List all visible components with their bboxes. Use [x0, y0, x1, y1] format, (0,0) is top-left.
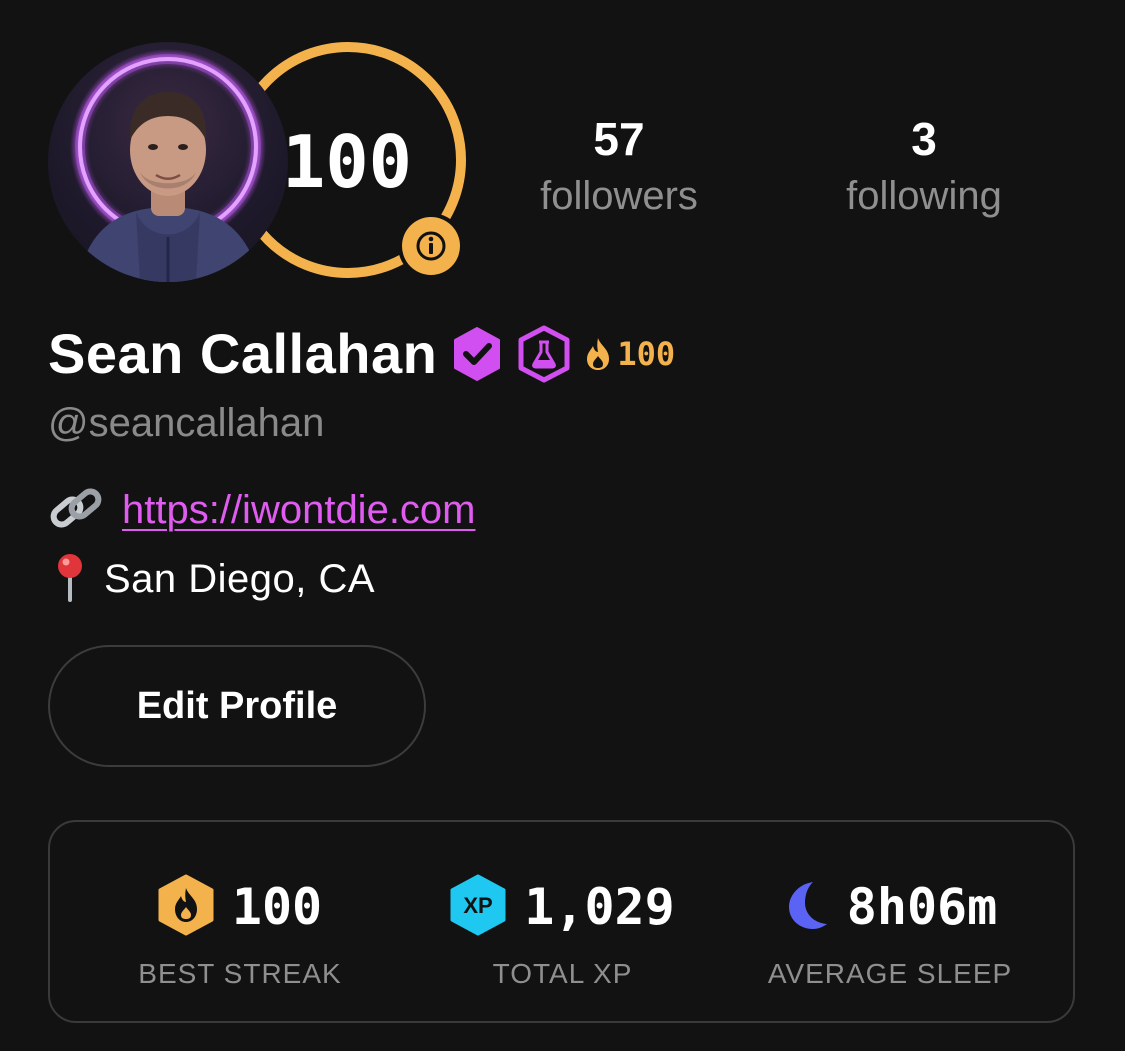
following-label: following: [846, 174, 1002, 218]
flame-icon: [587, 338, 610, 370]
score-value: 100: [281, 120, 413, 204]
location-row: San Diego, CA: [48, 552, 375, 606]
username-handle: @seancallahan: [48, 401, 325, 445]
best-streak-metric: 100 BEST STREAK: [105, 874, 375, 990]
followers-stat[interactable]: 57 followers: [499, 113, 739, 219]
xp-icon-text: XP: [464, 893, 493, 918]
followers-count: 57: [593, 113, 645, 165]
followers-label: followers: [540, 174, 698, 218]
best-streak-value: 100: [231, 878, 323, 936]
streak-badge: 100: [585, 335, 675, 373]
average-sleep-label: AVERAGE SLEEP: [767, 958, 1013, 989]
best-streak-label: BEST STREAK: [138, 958, 342, 989]
average-sleep-metric: 8h06m AVERAGE SLEEP: [750, 874, 1030, 990]
avatar[interactable]: [48, 42, 288, 282]
total-xp-label: TOTAL XP: [492, 958, 633, 989]
pushpin-icon: [48, 552, 94, 607]
display-name: Sean Callahan: [48, 322, 438, 385]
location-text: San Diego, CA: [104, 556, 376, 601]
xp-hexagon-icon: XP: [450, 874, 506, 941]
verified-badge-icon: [451, 326, 503, 382]
name-row: Sean Callahan 100: [48, 320, 675, 388]
lab-flask-badge-icon: [517, 325, 571, 383]
link-icon: [48, 482, 104, 539]
info-button[interactable]: [398, 213, 464, 279]
website-row: https://iwontdie.com: [48, 482, 476, 538]
following-count: 3: [911, 113, 937, 165]
following-stat[interactable]: 3 following: [804, 113, 1044, 219]
website-link[interactable]: https://iwontdie.com: [122, 488, 476, 533]
total-xp-value: 1,029: [524, 878, 675, 936]
stats-card: 100 BEST STREAK XP 1,029 TOTAL XP 8h06m …: [48, 820, 1075, 1023]
total-xp-metric: XP 1,029 TOTAL XP: [420, 874, 705, 990]
moon-icon: [783, 879, 829, 936]
info-icon: [402, 217, 460, 275]
streak-count: 100: [617, 335, 676, 373]
edit-profile-button[interactable]: Edit Profile: [48, 645, 426, 767]
average-sleep-value: 8h06m: [846, 878, 998, 936]
flame-hexagon-icon: [158, 874, 214, 941]
